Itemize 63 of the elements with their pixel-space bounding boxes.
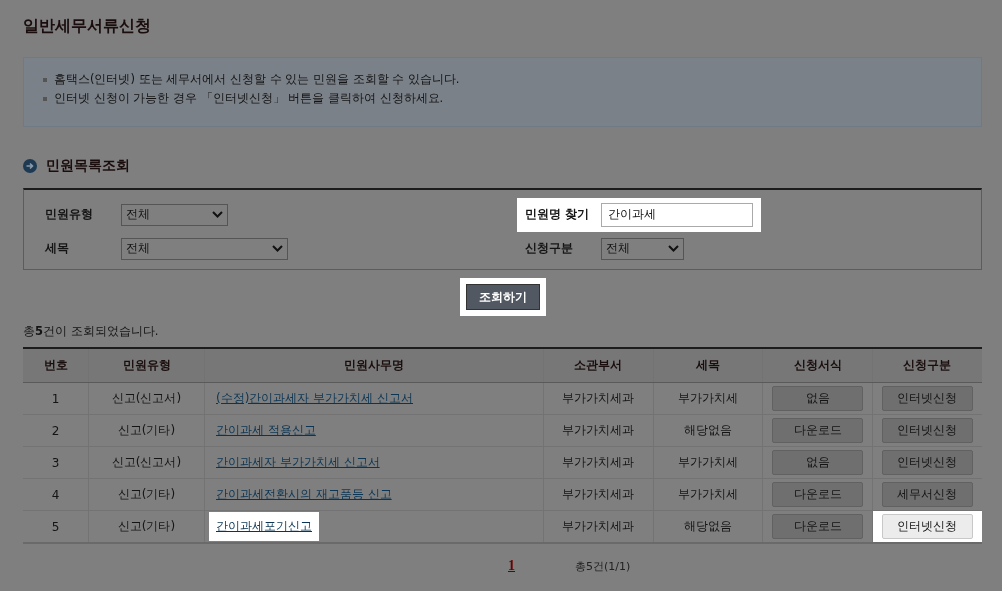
form-button[interactable]: 다운로드 (772, 482, 864, 507)
form-button[interactable]: 다운로드 (772, 514, 864, 539)
dropdown[interactable]: 전체 (121, 237, 288, 260)
apply-button[interactable]: 인터넷신청 (881, 386, 973, 411)
form-button[interactable]: 다운로드 (772, 418, 864, 443)
table-cell: 부가가치세과 (543, 382, 654, 415)
form-button[interactable]: 없음 (772, 386, 864, 411)
table-cell: 신고(기타) (88, 510, 205, 543)
table-cell: 신고(신고서) (88, 382, 205, 415)
civil-service-link[interactable]: 간이과세자 부가가치세 신고서 (216, 455, 380, 469)
notice-text: 홈택스(인터넷) 또는 세무서에서 신청할 수 있는 민원을 조회할 수 있습니다. (54, 72, 460, 87)
page-link[interactable]: 1 (508, 558, 515, 574)
apply-button[interactable]: 인터넷신청 (881, 450, 973, 475)
table-cell: 신고(기타) (88, 478, 205, 511)
table-cell: 신고(기타) (88, 414, 205, 447)
table-cell: 부가가치세 (653, 478, 763, 511)
result-count: 총5건이 조회되었습니다. (23, 324, 160, 339)
bullet-icon (43, 96, 47, 101)
civil-service-link[interactable]: 간이과세전환시의 재고품등 신고 (216, 487, 392, 501)
chevron-down-icon (668, 245, 679, 252)
page-summary: 총5건(1/1) (575, 558, 631, 574)
civil-service-link[interactable]: (수정)간이과세자 부가가치세 신고서 (216, 391, 413, 405)
apply-button[interactable]: 인터넷신청 (881, 514, 973, 539)
form-button[interactable]: 없음 (772, 450, 864, 475)
table-cell: 5 (23, 510, 89, 543)
search-button[interactable]: 조회하기 (465, 284, 540, 310)
notice-text: 인터넷 신청이 가능한 경우 「인터넷신청」 버튼을 클릭하여 신청하세요. (54, 91, 444, 106)
civil-service-link[interactable]: 간이과세 적용신고 (216, 423, 316, 437)
filter-label: 세목 (45, 240, 70, 257)
table-cell: 4 (23, 478, 89, 511)
dropdown[interactable]: 전체 (121, 203, 228, 226)
table-cell: 부가가치세과 (543, 414, 654, 447)
filter-label: 민원명 찾기 (525, 206, 591, 223)
table-cell: 해당없음 (653, 414, 763, 447)
column-header: 소관부서 (543, 348, 654, 383)
table-cell: 부가가치세과 (543, 446, 654, 479)
column-header: 세목 (653, 348, 763, 383)
column-header: 신청구분 (872, 348, 982, 383)
column-header: 신청서식 (762, 348, 873, 383)
section-title: 민원목록조회 (46, 157, 130, 175)
table-cell: 1 (23, 382, 89, 415)
table-cell: 부가가치세 (653, 446, 763, 479)
column-header: 번호 (23, 348, 89, 383)
bullet-icon (43, 77, 47, 82)
page-title: 일반세무서류신청 (23, 15, 152, 37)
table-cell: 신고(신고서) (88, 446, 205, 479)
table-cell: 부가가치세 (653, 382, 763, 415)
dropdown[interactable]: 전체 (601, 237, 684, 260)
table-cell: 2 (23, 414, 89, 447)
chevron-down-icon (212, 211, 223, 218)
chevron-down-icon (272, 245, 283, 252)
filter-label: 신청구분 (525, 240, 574, 257)
search-field[interactable]: 간이과세 (601, 202, 753, 227)
arrow-circle-icon (23, 159, 37, 173)
table-cell: 3 (23, 446, 89, 479)
filter-label: 민원유형 (45, 206, 94, 223)
table-cell: 해당없음 (653, 510, 763, 543)
column-header: 민원유형 (88, 348, 205, 383)
table-cell: 부가가치세과 (543, 478, 654, 511)
apply-button[interactable]: 인터넷신청 (881, 418, 973, 443)
column-header: 민원사무명 (204, 348, 544, 383)
apply-button[interactable]: 세무서신청 (881, 482, 973, 507)
table-cell: 부가가치세과 (543, 510, 654, 543)
